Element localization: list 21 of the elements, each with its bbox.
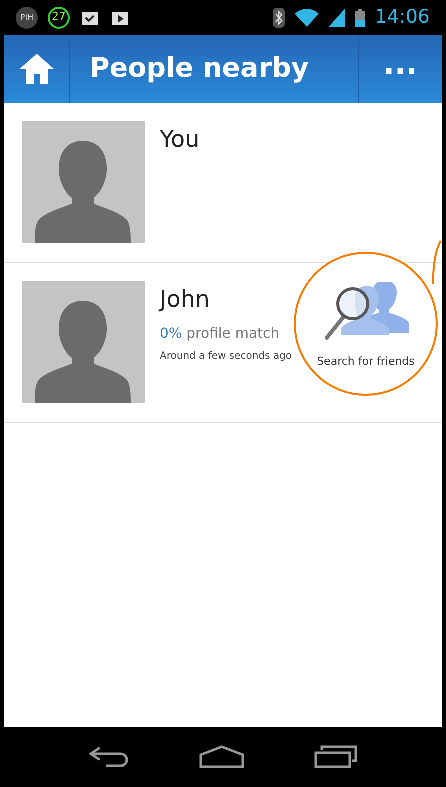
person-name: You — [160, 126, 200, 155]
battery-icon — [355, 8, 366, 26]
person-name: John — [160, 286, 212, 315]
back-icon[interactable] — [88, 745, 130, 769]
avatar-placeholder-icon — [22, 281, 145, 403]
callout-label: Search for friends — [317, 354, 415, 370]
profile-match: 0% profile match — [160, 324, 281, 344]
signal-icon — [329, 8, 346, 26]
wifi-icon — [295, 8, 320, 26]
clock-time: 14:06 — [375, 5, 430, 30]
bluetooth-icon — [273, 8, 286, 28]
notification-badge: PIH — [16, 6, 38, 28]
callout-arc — [432, 240, 442, 286]
recent-apps-icon[interactable] — [314, 745, 358, 769]
avatar-placeholder-icon — [22, 121, 145, 243]
home-icon — [18, 52, 56, 86]
notification-badge: 27 — [48, 6, 70, 28]
last-seen: Around a few seconds ago — [160, 350, 292, 364]
home-icon[interactable] — [198, 745, 245, 769]
person-row[interactable]: You — [4, 103, 442, 263]
screen-title: People nearby — [89, 52, 310, 86]
